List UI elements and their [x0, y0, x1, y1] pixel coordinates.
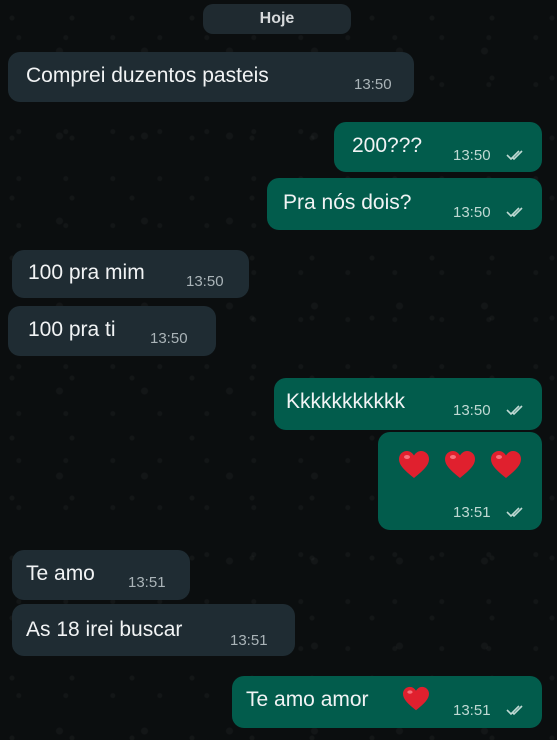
message-time: 13:51 — [453, 702, 491, 719]
message-time: 13:50 — [453, 204, 491, 221]
message-bubble-outgoing[interactable]: Kkkkkkkkkkk 13:50 — [274, 378, 542, 430]
message-bubble-outgoing[interactable]: 200??? 13:50 — [334, 122, 542, 172]
message-bubble-outgoing[interactable]: Te amo amor 13:51 — [232, 676, 542, 728]
message-time: 13:51 — [128, 574, 166, 591]
message-text: As 18 irei buscar — [26, 618, 183, 641]
message-time: 13:50 — [354, 76, 392, 93]
read-ticks-icon — [506, 150, 523, 161]
message-text: Te amo amor — [246, 688, 369, 711]
emoji-row — [398, 450, 522, 486]
red-heart-icon — [402, 686, 430, 712]
message-bubble-outgoing[interactable]: 13:51 — [378, 432, 542, 530]
red-heart-icon — [490, 450, 522, 480]
message-bubble-incoming[interactable]: Te amo 13:51 — [12, 550, 190, 600]
message-time: 13:51 — [230, 632, 268, 649]
red-heart-icon — [444, 450, 476, 480]
message-bubble-incoming[interactable]: 100 pra ti 13:50 — [8, 306, 216, 356]
message-text: Pra nós dois? — [283, 191, 412, 214]
message-time: 13:50 — [150, 330, 188, 347]
read-ticks-icon — [506, 207, 523, 218]
chat-area: Hoje Comprei duzentos pasteis 13:50 200?… — [0, 0, 557, 740]
message-bubble-incoming[interactable]: As 18 irei buscar 13:51 — [12, 604, 295, 656]
read-ticks-icon — [506, 705, 523, 716]
message-bubble-incoming[interactable]: 100 pra mim 13:50 — [12, 250, 249, 298]
date-separator: Hoje — [203, 4, 351, 34]
red-heart-icon — [398, 450, 430, 480]
message-bubble-outgoing[interactable]: Pra nós dois? 13:50 — [267, 178, 542, 230]
message-text: Te amo — [26, 562, 95, 585]
message-text: Comprei duzentos pasteis — [26, 64, 269, 87]
message-text: 100 pra ti — [28, 318, 116, 341]
message-text: 100 pra mim — [28, 261, 145, 284]
read-ticks-icon — [506, 507, 523, 518]
read-ticks-icon — [506, 405, 523, 416]
message-time: 13:50 — [453, 147, 491, 164]
message-time: 13:51 — [453, 504, 491, 521]
message-text: 200??? — [352, 134, 423, 157]
message-text: Kkkkkkkkkkk — [286, 390, 406, 413]
message-bubble-incoming[interactable]: Comprei duzentos pasteis 13:50 — [8, 52, 414, 102]
message-time: 13:50 — [453, 402, 491, 419]
message-time: 13:50 — [186, 273, 224, 290]
